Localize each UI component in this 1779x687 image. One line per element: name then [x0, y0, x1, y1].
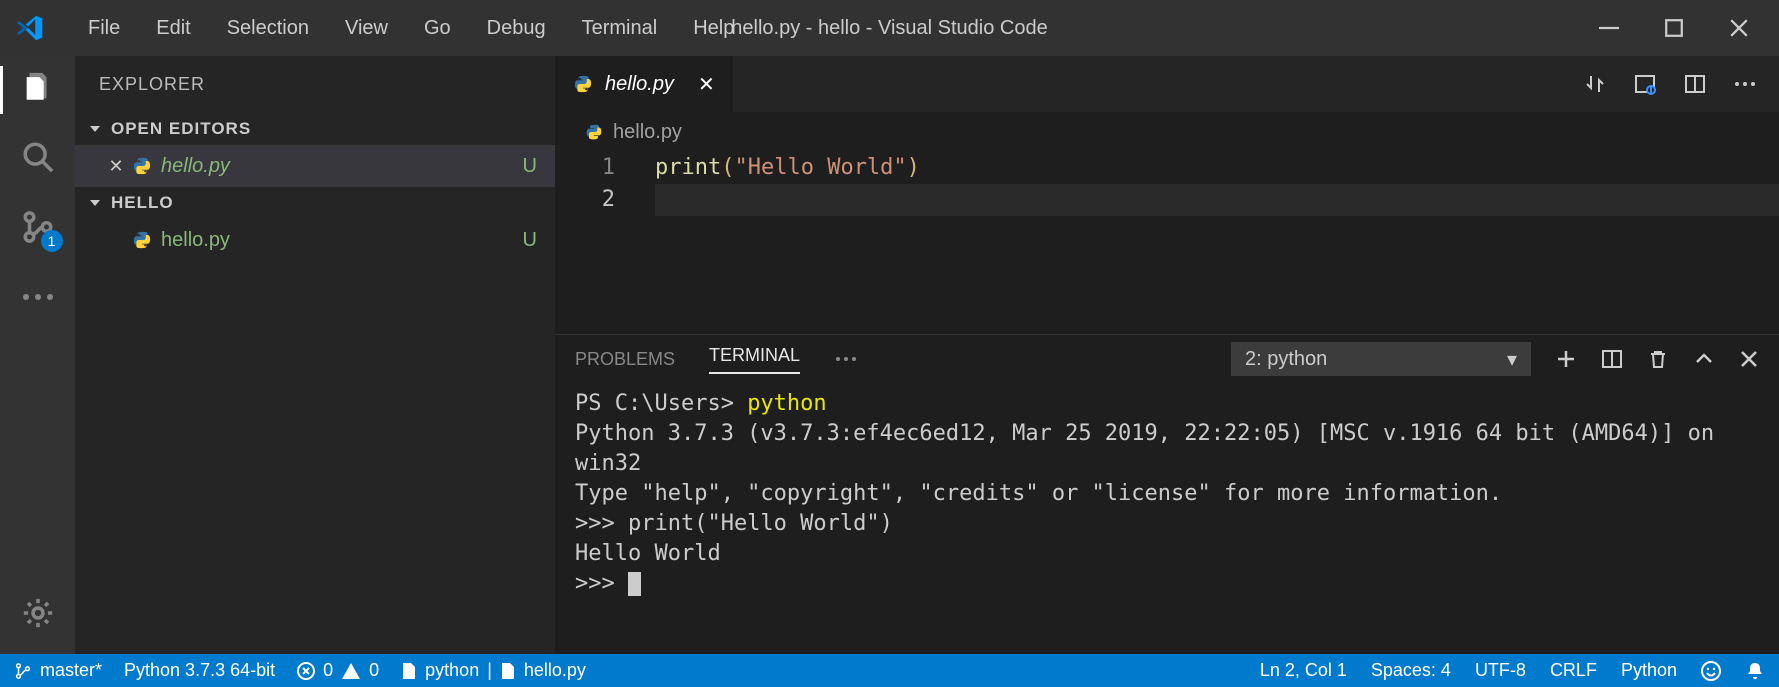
chevron-down-icon: [89, 123, 103, 135]
activity-search-icon[interactable]: [17, 136, 59, 178]
git-status-badge: U: [523, 229, 537, 252]
editor-tab-bar: hello.py ✕: [555, 56, 1779, 112]
open-changes-icon[interactable]: [1633, 72, 1657, 96]
explorer-sidebar: EXPLORER OPEN EDITORS ✕ hello.py U HELLO…: [75, 56, 555, 654]
terminal-text: Type "help", "copyright", "credits" or "…: [575, 481, 1502, 506]
open-editor-filename: hello.py: [161, 155, 230, 178]
open-editors-header[interactable]: OPEN EDITORS: [75, 113, 555, 145]
status-notifications-icon[interactable]: [1745, 661, 1765, 681]
split-terminal-icon[interactable]: [1601, 348, 1623, 370]
folder-label: HELLO: [111, 193, 174, 213]
python-file-icon: [585, 123, 603, 141]
python-file-icon: [129, 156, 155, 176]
panel-tab-bar: PROBLEMS TERMINAL 2: python ▾: [555, 335, 1779, 383]
close-tab-icon[interactable]: ✕: [698, 72, 715, 97]
breadcrumb-label: hello.py: [613, 121, 682, 144]
line-number-gutter: 1 2: [555, 152, 645, 334]
chevron-down-icon: ▾: [1507, 347, 1517, 372]
terminal-text: >>>: [575, 571, 628, 596]
folder-header[interactable]: HELLO: [75, 187, 555, 219]
activity-more-icon[interactable]: [17, 276, 59, 318]
more-actions-icon[interactable]: [1733, 80, 1757, 88]
terminal-text: Hello World: [575, 541, 721, 566]
status-language[interactable]: Python: [1621, 660, 1677, 681]
status-encoding[interactable]: UTF-8: [1475, 660, 1526, 681]
new-terminal-icon[interactable]: [1555, 348, 1577, 370]
editor-tab[interactable]: hello.py ✕: [555, 56, 733, 112]
line-number: 1: [555, 152, 615, 184]
status-cursor-position[interactable]: Ln 2, Col 1: [1260, 660, 1347, 681]
editor-tab-label: hello.py: [605, 73, 674, 96]
activity-explorer-icon[interactable]: [17, 66, 59, 108]
code-line: [655, 184, 1779, 216]
activity-bar: 1: [0, 56, 75, 654]
menu-view[interactable]: View: [327, 17, 406, 40]
terminal-text: python: [747, 391, 826, 416]
terminal-text: Python 3.7.3 (v3.7.3:ef4ec6ed12, Mar 25 …: [575, 421, 1727, 476]
menu-edit[interactable]: Edit: [138, 17, 208, 40]
file-icon: [500, 662, 516, 680]
open-editors-label: OPEN EDITORS: [111, 119, 251, 139]
close-panel-icon[interactable]: [1739, 349, 1759, 369]
warning-icon: [341, 662, 361, 680]
window-title: hello.py - hello - Visual Studio Code: [731, 17, 1047, 40]
window-minimize-icon[interactable]: [1599, 18, 1619, 38]
open-editor-item[interactable]: ✕ hello.py U: [75, 145, 555, 187]
status-error-count: 0: [323, 660, 333, 681]
line-number: 2: [555, 184, 615, 216]
terminal-text: >>> print("Hello World"): [575, 511, 893, 536]
status-eol[interactable]: CRLF: [1550, 660, 1597, 681]
status-problems[interactable]: 0 0: [297, 660, 379, 681]
compare-changes-icon[interactable]: [1583, 72, 1607, 96]
menu-debug[interactable]: Debug: [469, 17, 564, 40]
python-file-icon: [129, 230, 155, 250]
terminal-selector[interactable]: 2: python ▾: [1231, 342, 1531, 376]
activity-settings-icon[interactable]: [17, 592, 59, 634]
git-status-badge: U: [523, 155, 537, 178]
menu-file[interactable]: File: [70, 17, 138, 40]
menu-bar: File Edit Selection View Go Debug Termin…: [70, 17, 752, 40]
split-editor-icon[interactable]: [1683, 72, 1707, 96]
menu-terminal[interactable]: Terminal: [564, 17, 676, 40]
bottom-panel: PROBLEMS TERMINAL 2: python ▾ PS C:\User…: [555, 334, 1779, 654]
panel-tab-terminal[interactable]: TERMINAL: [709, 345, 800, 374]
terminal-text: PS C:\Users>: [575, 391, 747, 416]
folder-file-item[interactable]: hello.py U: [75, 219, 555, 261]
status-branch-label: master*: [40, 660, 102, 681]
menu-selection[interactable]: Selection: [209, 17, 327, 40]
code-editor[interactable]: 1 2 print("Hello World"): [555, 152, 1779, 334]
editor-actions: [1583, 56, 1779, 112]
vscode-logo-icon: [10, 14, 50, 42]
status-warning-count: 0: [369, 660, 379, 681]
close-editor-icon[interactable]: ✕: [103, 156, 129, 177]
file-icon: [401, 662, 417, 680]
status-interpreter[interactable]: Python 3.7.3 64-bit: [124, 660, 275, 681]
chevron-down-icon: [89, 197, 103, 209]
status-bar: master* Python 3.7.3 64-bit 0 0 python |…: [0, 654, 1779, 687]
status-python-env[interactable]: python | hello.py: [401, 660, 586, 681]
folder-filename: hello.py: [161, 229, 230, 252]
activity-scm-icon[interactable]: 1: [17, 206, 59, 248]
scm-badge: 1: [41, 230, 63, 252]
terminal-output[interactable]: PS C:\Users> python Python 3.7.3 (v3.7.3…: [555, 383, 1779, 654]
python-file-icon: [573, 74, 595, 94]
title-bar: File Edit Selection View Go Debug Termin…: [0, 0, 1779, 56]
error-icon: [297, 662, 315, 680]
kill-terminal-icon[interactable]: [1647, 348, 1669, 370]
status-indentation[interactable]: Spaces: 4: [1371, 660, 1451, 681]
terminal-cursor: [628, 572, 641, 596]
panel-more-icon[interactable]: [834, 355, 858, 363]
panel-tab-problems[interactable]: PROBLEMS: [575, 349, 675, 370]
window-close-icon[interactable]: [1729, 18, 1749, 38]
status-feedback-icon[interactable]: [1701, 661, 1721, 681]
breadcrumb[interactable]: hello.py: [555, 112, 1779, 152]
editor-group: hello.py ✕ hello.py 1 2 print("Hello Wo: [555, 56, 1779, 654]
menu-go[interactable]: Go: [406, 17, 469, 40]
maximize-panel-icon[interactable]: [1693, 348, 1715, 370]
sidebar-title: EXPLORER: [75, 56, 555, 113]
terminal-selector-value: 2: python: [1245, 348, 1327, 371]
code-line: print("Hello World"): [655, 152, 1779, 184]
window-maximize-icon[interactable]: [1664, 18, 1684, 38]
status-branch[interactable]: master*: [14, 660, 102, 681]
